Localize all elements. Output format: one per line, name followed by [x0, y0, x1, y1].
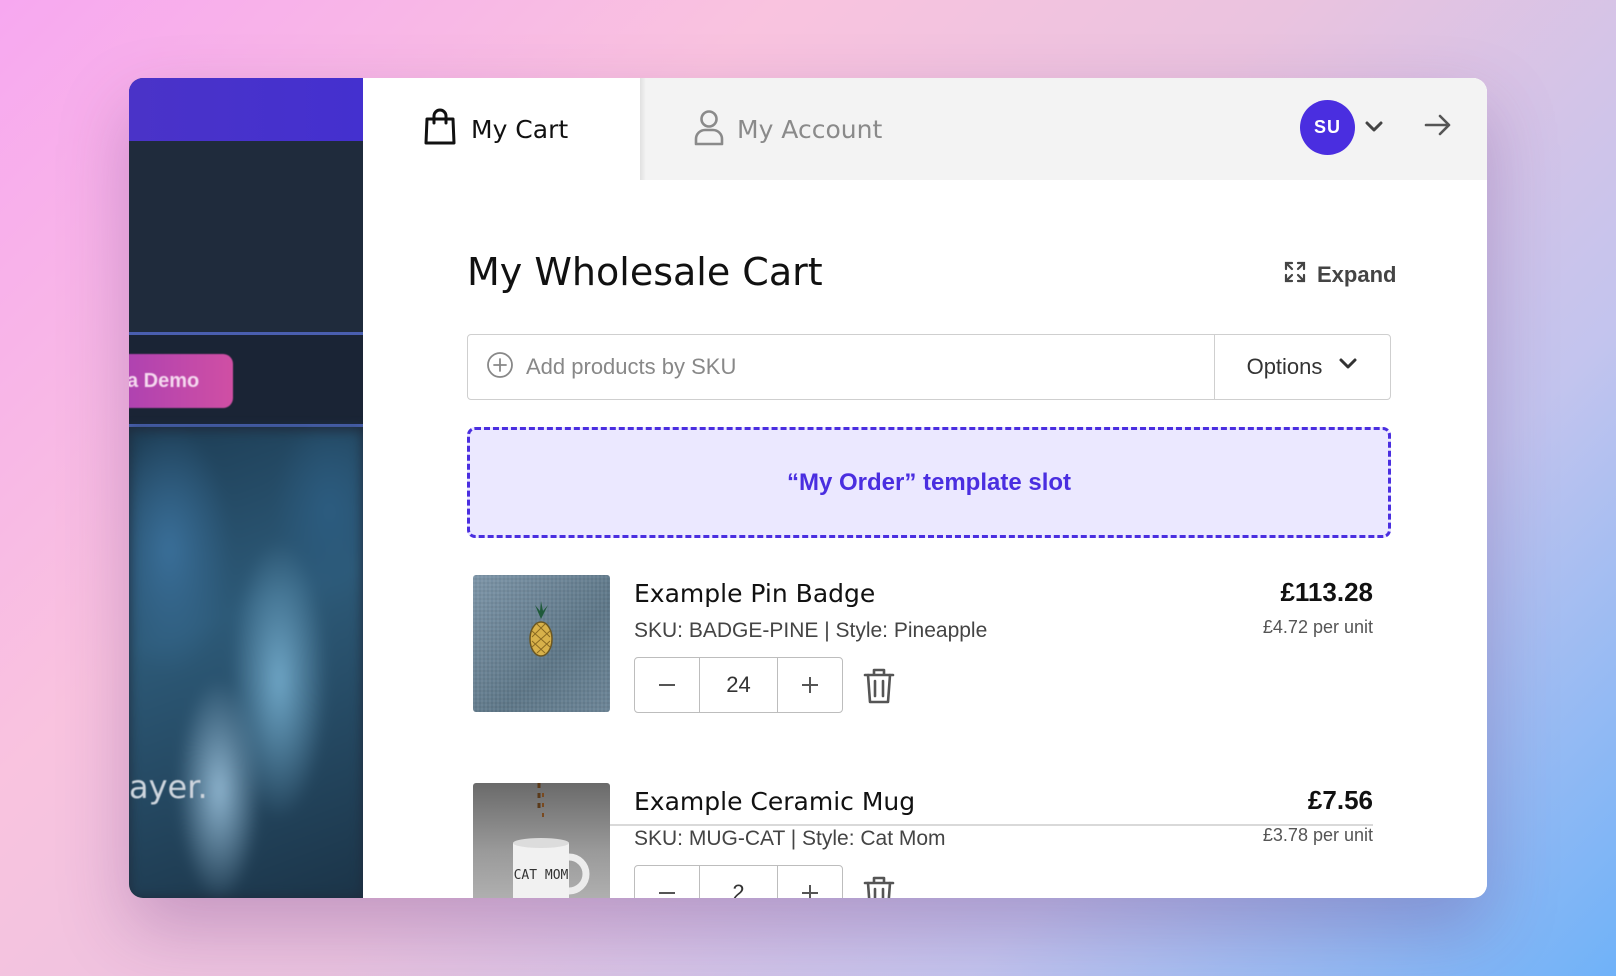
sku-input[interactable]: [526, 354, 1126, 380]
user-avatar[interactable]: SU: [1300, 100, 1355, 155]
page-title: My Wholesale Cart: [467, 250, 823, 294]
unit-price: £4.72 per unit: [1262, 617, 1373, 637]
sku-entry-bar: Options: [467, 334, 1391, 400]
product-image-ceramic-mug: CAT MOM: [473, 783, 610, 898]
product-name[interactable]: Example Ceramic Mug: [634, 787, 915, 816]
quantity-stepper: 2: [634, 865, 843, 898]
expand-icon: [1283, 260, 1307, 289]
minus-icon: [659, 684, 676, 686]
quantity-stepper: 24: [634, 657, 843, 713]
trash-icon[interactable]: [863, 875, 895, 898]
line-total: £113.28: [1280, 577, 1373, 607]
cart-panel: My Cart My Account SU My Wholesale Cart …: [363, 78, 1487, 898]
tab-my-account-label: My Account: [737, 114, 883, 144]
tab-my-cart[interactable]: My Cart: [363, 78, 646, 180]
plus-icon: [801, 885, 818, 898]
minus-icon: [659, 892, 676, 894]
arrow-right-icon[interactable]: [1423, 110, 1453, 145]
trash-icon[interactable]: [863, 667, 895, 710]
template-slot: “My Order” template slot: [467, 427, 1391, 538]
chevron-down-icon[interactable]: [1363, 116, 1385, 143]
tab-my-account[interactable]: My Account: [693, 78, 882, 180]
shopping-bag-icon: [423, 108, 457, 151]
options-label: Options: [1246, 354, 1323, 379]
plus-icon: [801, 677, 818, 693]
background-text-fragment: ayer.: [129, 768, 208, 806]
background-photo: [129, 430, 363, 898]
increase-quantity-button[interactable]: [778, 658, 842, 712]
quantity-input[interactable]: 2: [699, 866, 778, 898]
tab-bar: My Cart My Account SU: [363, 78, 1487, 180]
decrease-quantity-button[interactable]: [635, 866, 699, 898]
user-icon: [693, 108, 725, 151]
background-website: a Demo ayer.: [129, 78, 363, 898]
pineapple-icon: [529, 601, 553, 657]
chevron-down-icon: [1338, 354, 1358, 380]
options-dropdown[interactable]: Options: [1214, 335, 1390, 399]
cart-window: a Demo ayer. My Cart My Account SU My Wh…: [129, 78, 1487, 898]
template-slot-label: “My Order” template slot: [786, 468, 1072, 496]
product-name[interactable]: Example Pin Badge: [634, 579, 875, 608]
tab-my-cart-label: My Cart: [471, 114, 569, 144]
expand-button[interactable]: Expand: [1283, 260, 1396, 289]
decrease-quantity-button[interactable]: [635, 658, 699, 712]
mug-icon: CAT MOM: [513, 783, 590, 898]
mug-text: CAT MOM: [514, 868, 569, 883]
quantity-input[interactable]: 24: [699, 658, 778, 712]
background-topbar: [129, 78, 363, 141]
unit-price: £3.78 per unit: [1262, 825, 1373, 845]
expand-label: Expand: [1317, 261, 1397, 287]
sku-input-wrapper: [468, 335, 1214, 399]
background-demo-button[interactable]: a Demo: [129, 354, 233, 408]
product-image-pin-badge: [473, 575, 610, 712]
product-sku: SKU: MUG-CAT | Style: Cat Mom: [634, 827, 946, 850]
line-total: £7.56: [1307, 785, 1373, 815]
increase-quantity-button[interactable]: [778, 866, 842, 898]
plus-circle-icon: [486, 351, 514, 384]
product-sku: SKU: BADGE-PINE | Style: Pineapple: [634, 619, 988, 642]
